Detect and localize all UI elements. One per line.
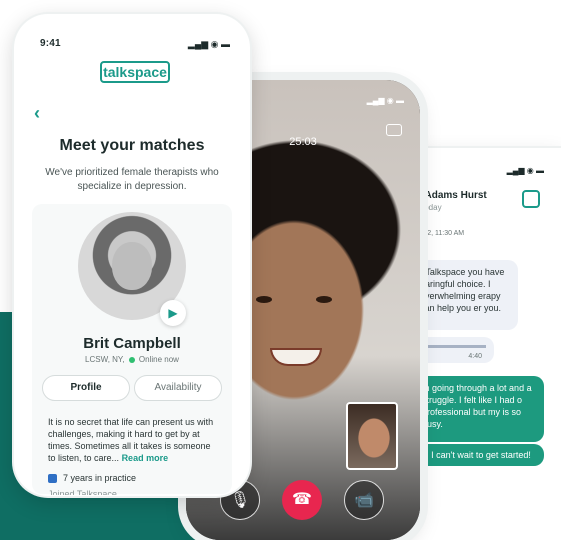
- chat-header-name: n Adams Hurst: [416, 190, 487, 201]
- incoming-message: r Talkspace you have earingful choice. I…: [414, 260, 518, 330]
- matches-phone: 9:41 ▂▄▆ ◉ ▬ talkspace ‹ Meet your match…: [14, 14, 250, 496]
- self-view-thumbnail[interactable]: [346, 402, 398, 470]
- joined-row: Joined Talkspace: [48, 489, 117, 495]
- outgoing-message: m going through a lot and a struggle. I …: [414, 376, 544, 442]
- status-icons: ▂▄▆ ◉ ▬: [366, 96, 404, 105]
- experience-text: 7 years in practice: [63, 473, 137, 483]
- chat-header-subtitle: today: [422, 203, 442, 212]
- checkbox-icon: [48, 474, 57, 484]
- therapist-credentials: LCSW, NY, Online now: [14, 355, 250, 364]
- message-date: ec 12, 11:30 AM: [414, 230, 465, 237]
- page-subtitle: We've prioritized female therapists who …: [45, 167, 219, 192]
- end-call-button[interactable]: ☎: [282, 480, 322, 520]
- video-off-button[interactable]: 📹: [344, 480, 384, 520]
- status-icons: ▂▄▆ ◉ ▬: [506, 166, 544, 175]
- online-indicator-icon: [128, 356, 135, 363]
- therapist-bio: It is no secret that life can present us…: [48, 416, 220, 464]
- chat-phone: ▂▄▆ ◉ ▬ n Adams Hurst today ec 12, 11:30…: [398, 148, 561, 540]
- status-icons: ▂▄▆ ◉ ▬: [187, 39, 230, 49]
- experience-row: 7 years in practice: [48, 473, 137, 484]
- talkspace-logo: talkspace: [100, 61, 170, 83]
- audio-message[interactable]: 4:40: [414, 337, 494, 363]
- tab-profile[interactable]: Profile: [42, 375, 130, 401]
- therapist-name: Brit Campbell: [83, 335, 181, 352]
- page-title: Meet your matches: [59, 137, 205, 154]
- outgoing-message: I can't wait to get started!: [418, 444, 544, 466]
- credentials-text: LCSW, NY,: [85, 355, 125, 364]
- audio-duration: 4:40: [468, 353, 482, 360]
- play-video-icon[interactable]: ▶: [160, 300, 186, 326]
- status-time: 9:41: [40, 38, 61, 49]
- smile: [270, 348, 322, 366]
- camera-switch-icon[interactable]: [386, 124, 402, 136]
- eyes: [256, 296, 340, 304]
- apps-grid-icon[interactable]: [522, 190, 540, 208]
- audio-waveform: [426, 345, 486, 348]
- online-status: Online now: [138, 355, 179, 364]
- avatar-face: [112, 242, 152, 290]
- tab-availability[interactable]: Availability: [134, 375, 222, 401]
- read-more-link[interactable]: Read more: [122, 453, 169, 463]
- eye: [256, 296, 272, 303]
- eye: [316, 296, 332, 303]
- back-chevron-icon[interactable]: ‹: [34, 103, 40, 124]
